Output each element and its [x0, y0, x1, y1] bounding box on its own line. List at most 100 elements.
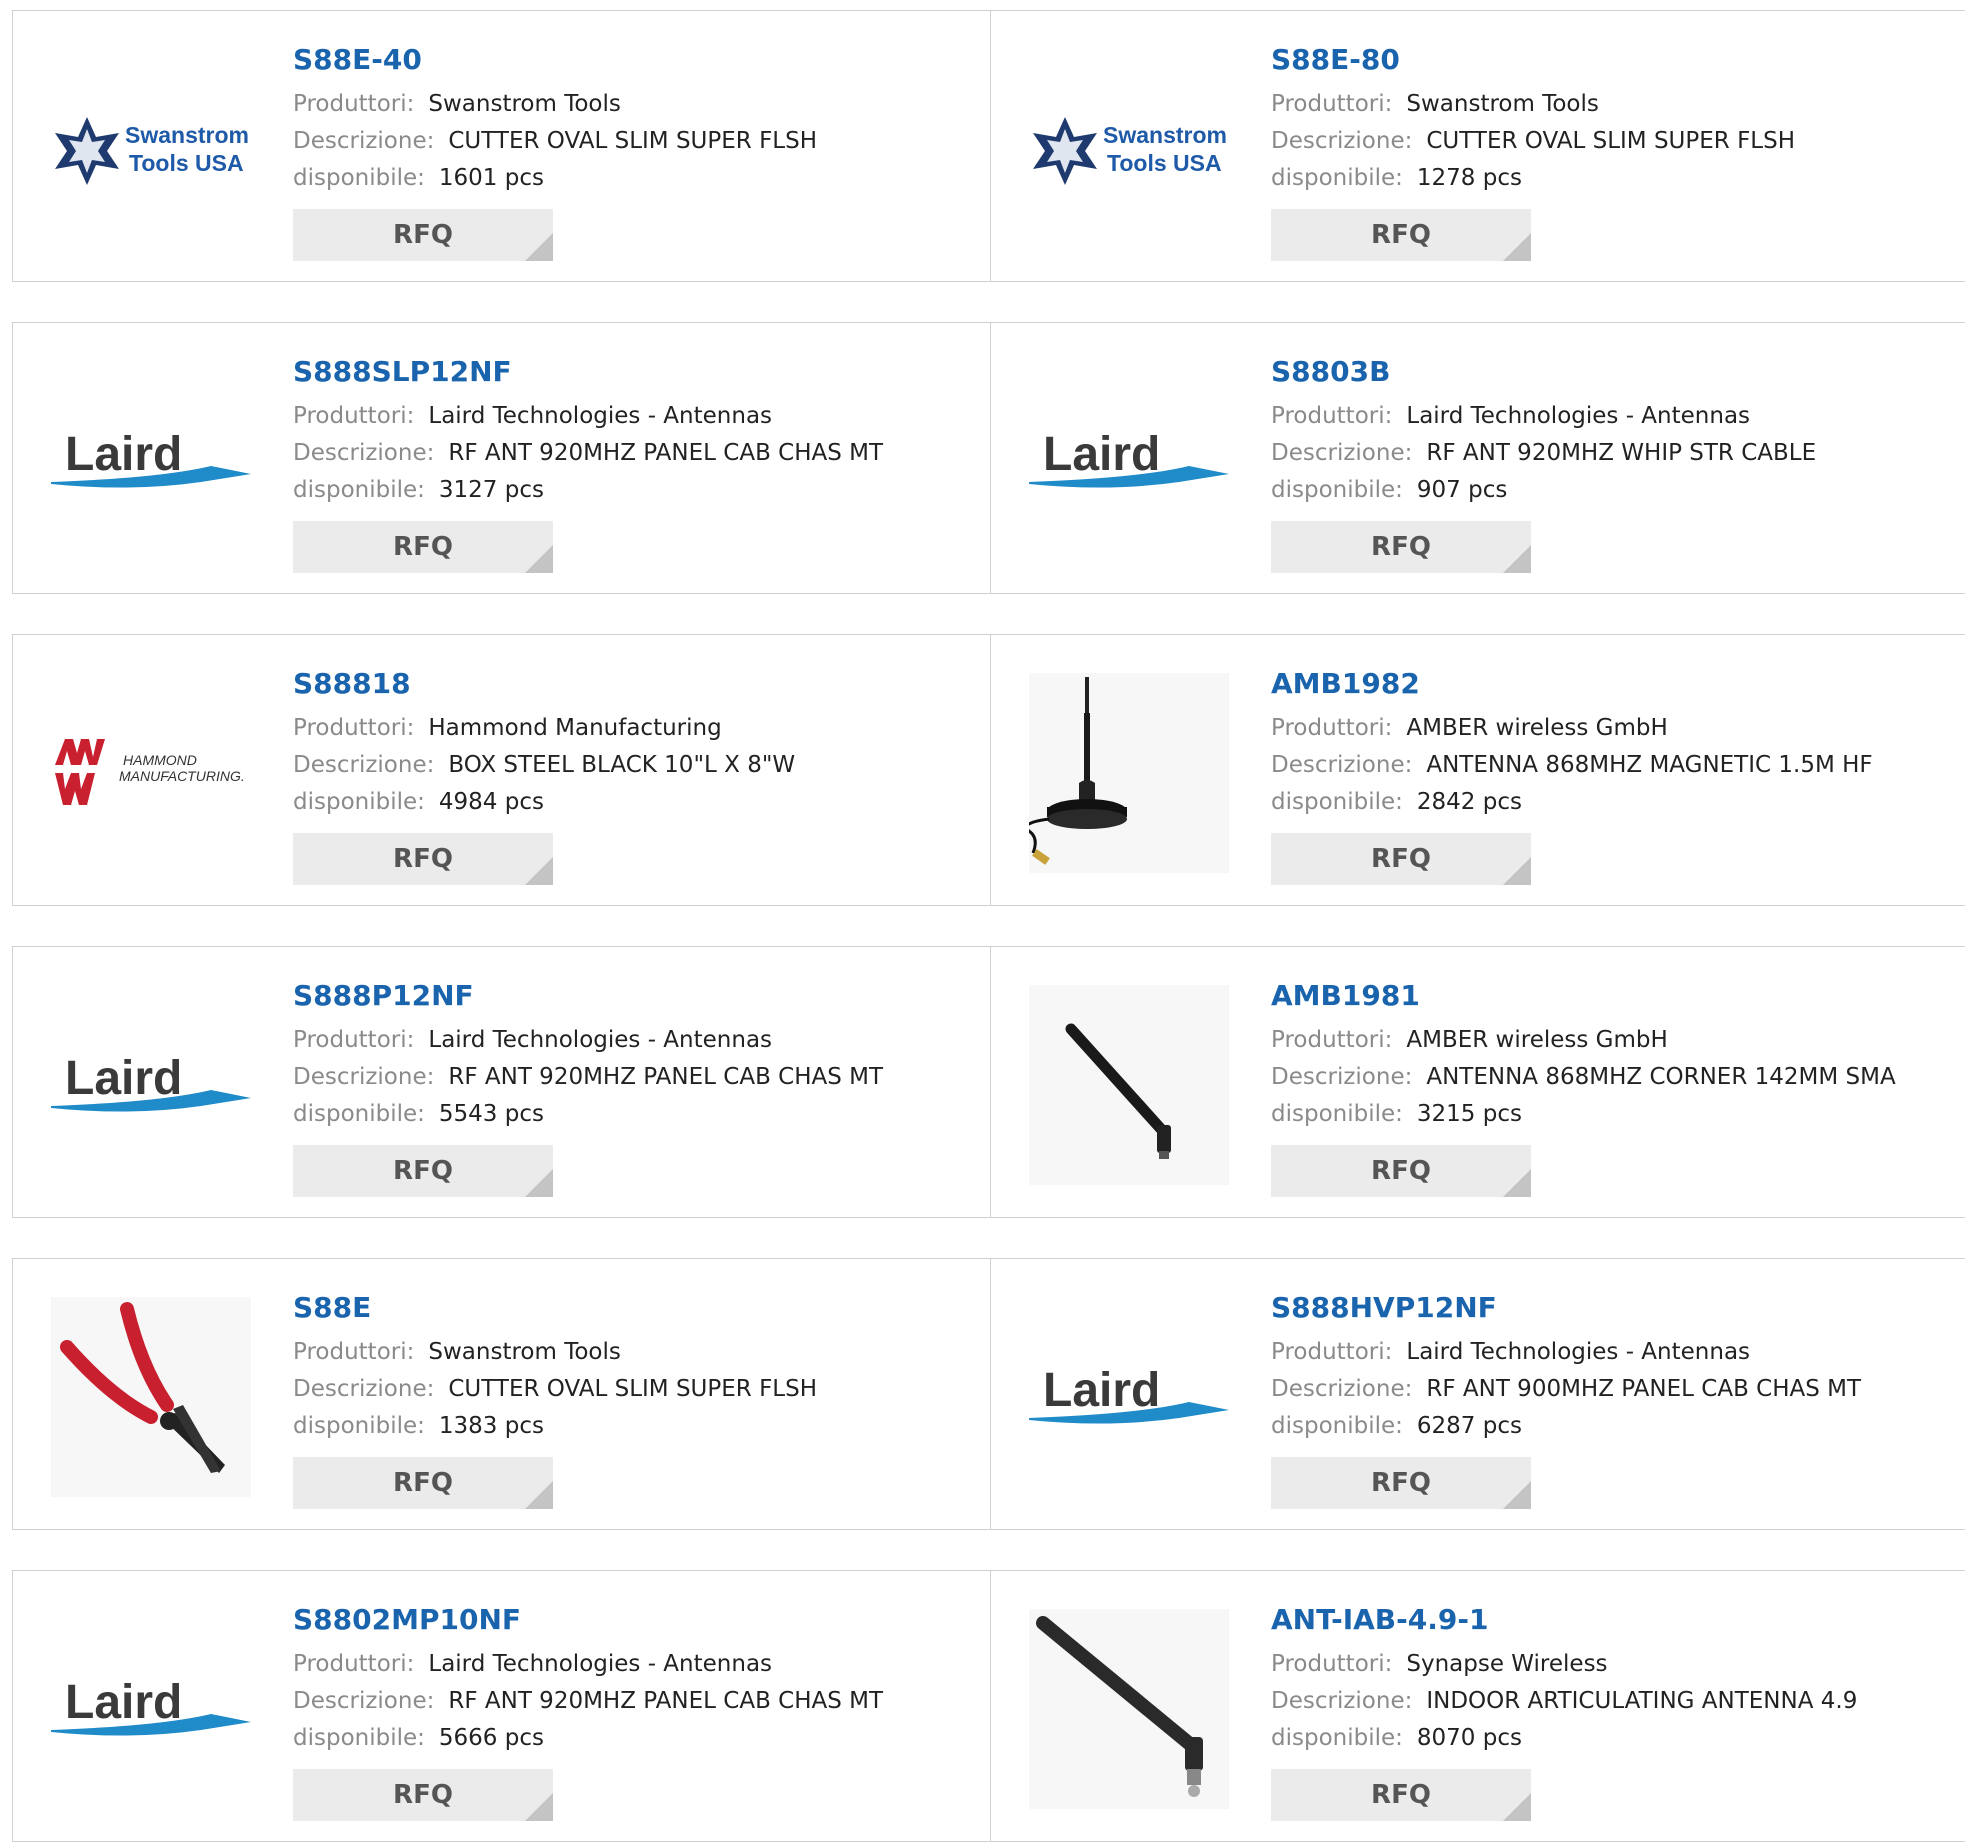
laird-logo[interactable]: Laird [51, 361, 251, 561]
stock-value: 1383 pcs [438, 1413, 544, 1439]
rfq-button[interactable]: RFQ [293, 521, 553, 573]
stock-line: disponibile: 1601 pcs [293, 160, 817, 197]
product-info: S8802MP10NF Produttori: Laird Technologie… [293, 1603, 883, 1821]
producer-label: Produttori: [293, 1339, 415, 1365]
swanstrom-logo[interactable]: Swanstrom Tools USA [51, 49, 251, 249]
producer-value: Synapse Wireless [1406, 1651, 1608, 1677]
description-value: INDOOR ARTICULATING ANTENNA 4.9 [1426, 1688, 1858, 1714]
stock-line: disponibile: 907 pcs [1271, 472, 1816, 509]
corner-triangle-icon [525, 545, 553, 573]
description-value: CUTTER OVAL SLIM SUPER FLSH [1426, 128, 1796, 154]
part-number-link[interactable]: S8802MP10NF [293, 1603, 883, 1637]
description-label: Descrizione: [293, 752, 435, 778]
product-card: Swanstrom Tools USA S88E-40 Produttori: S… [12, 10, 990, 282]
svg-text:Laird: Laird [1043, 428, 1160, 481]
corner-triangle-icon [525, 1793, 553, 1821]
laird-logo[interactable]: Laird [1029, 361, 1229, 561]
cutter-pliers-image[interactable] [51, 1297, 251, 1497]
product-card: S88E Produttori: Swanstrom Tools Descrizi… [12, 1258, 990, 1530]
rfq-button[interactable]: RFQ [1271, 521, 1531, 573]
description-label: Descrizione: [293, 1376, 435, 1402]
product-card: AMB1981 Produttori: AMBER wireless GmbH D… [990, 946, 1965, 1218]
stock-line: disponibile: 8070 pcs [1271, 1720, 1857, 1757]
swanstrom-logo[interactable]: Swanstrom Tools USA [1029, 49, 1229, 249]
producer-label: Produttori: [1271, 1027, 1393, 1053]
description-value: RF ANT 920MHZ PANEL CAB CHAS MT [448, 440, 884, 466]
part-number-link[interactable]: S888SLP12NF [293, 355, 883, 389]
stock-line: disponibile: 1278 pcs [1271, 160, 1795, 197]
product-row: HAMMOND MANUFACTURING. S88818 Produttori… [12, 634, 1965, 906]
product-card: Laird S8802MP10NF Produttori: Laird Techn… [12, 1570, 990, 1842]
articulating-antenna-image[interactable] [1029, 1609, 1229, 1809]
producer-value: Laird Technologies - Antennas [1406, 1339, 1751, 1365]
rfq-button[interactable]: RFQ [1271, 1769, 1531, 1821]
svg-text:Tools USA: Tools USA [129, 150, 244, 176]
product-row: Laird S888SLP12NF Produttori: Laird Techn… [12, 322, 1965, 594]
product-info: S88818 Produttori: Hammond Manufacturing … [293, 667, 795, 885]
producer-value: Hammond Manufacturing [428, 715, 722, 741]
description-line: Descrizione: CUTTER OVAL SLIM SUPER FLSH [293, 123, 817, 160]
part-number-link[interactable]: S8803B [1271, 355, 1816, 389]
product-card: ANT-IAB-4.9-1 Produttori: Synapse Wireles… [990, 1570, 1965, 1842]
part-number-link[interactable]: AMB1982 [1271, 667, 1873, 701]
rfq-button[interactable]: RFQ [1271, 1145, 1531, 1197]
rfq-label: RFQ [393, 220, 453, 250]
rfq-label: RFQ [1371, 1780, 1431, 1810]
part-number-link[interactable]: AMB1981 [1271, 979, 1896, 1013]
rfq-button[interactable]: RFQ [293, 1457, 553, 1509]
available-label: disponibile: [1271, 789, 1403, 815]
description-value: CUTTER OVAL SLIM SUPER FLSH [448, 1376, 818, 1402]
product-card: Laird S888SLP12NF Produttori: Laird Techn… [12, 322, 990, 594]
part-number-link[interactable]: S88E [293, 1291, 817, 1325]
description-label: Descrizione: [293, 128, 435, 154]
rfq-button[interactable]: RFQ [1271, 833, 1531, 885]
hammond-logo[interactable]: HAMMOND MANUFACTURING. [51, 673, 251, 873]
description-value: RF ANT 900MHZ PANEL CAB CHAS MT [1426, 1376, 1862, 1402]
description-label: Descrizione: [293, 1064, 435, 1090]
producer-line: Produttori: Synapse Wireless [1271, 1646, 1857, 1683]
producer-value: Laird Technologies - Antennas [1406, 403, 1751, 429]
description-value: ANTENNA 868MHZ MAGNETIC 1.5M HF [1426, 752, 1873, 778]
corner-triangle-icon [525, 857, 553, 885]
description-line: Descrizione: RF ANT 900MHZ PANEL CAB CHAS… [1271, 1371, 1861, 1408]
rfq-label: RFQ [1371, 532, 1431, 562]
description-label: Descrizione: [1271, 440, 1413, 466]
producer-value: Swanstrom Tools [1406, 91, 1599, 117]
part-number-link[interactable]: S88E-80 [1271, 43, 1795, 77]
part-number-link[interactable]: S88E-40 [293, 43, 817, 77]
part-number-link[interactable]: S88818 [293, 667, 795, 701]
producer-line: Produttori: Laird Technologies - Antennas [293, 1646, 883, 1683]
rfq-button[interactable]: RFQ [1271, 1457, 1531, 1509]
part-number-link[interactable]: S888HVP12NF [1271, 1291, 1861, 1325]
producer-value: AMBER wireless GmbH [1406, 1027, 1668, 1053]
part-number-link[interactable]: ANT-IAB-4.9-1 [1271, 1603, 1857, 1637]
rfq-button[interactable]: RFQ [293, 1769, 553, 1821]
rfq-button[interactable]: RFQ [293, 1145, 553, 1197]
rfq-button[interactable]: RFQ [293, 833, 553, 885]
rfq-label: RFQ [1371, 1468, 1431, 1498]
producer-value: Laird Technologies - Antennas [428, 1027, 773, 1053]
svg-text:Swanstrom: Swanstrom [125, 122, 249, 148]
magnetic-antenna-image[interactable] [1029, 673, 1229, 873]
product-info: S88E-40 Produttori: Swanstrom Tools Descr… [293, 43, 817, 261]
producer-line: Produttori: Swanstrom Tools [293, 86, 817, 123]
laird-logo[interactable]: Laird [51, 985, 251, 1185]
rfq-button[interactable]: RFQ [1271, 209, 1531, 261]
rfq-button[interactable]: RFQ [293, 209, 553, 261]
producer-label: Produttori: [293, 91, 415, 117]
product-info: S888P12NF Produttori: Laird Technologies … [293, 979, 883, 1197]
available-label: disponibile: [293, 165, 425, 191]
laird-logo[interactable]: Laird [51, 1609, 251, 1809]
stock-value: 1278 pcs [1416, 165, 1522, 191]
producer-value: Laird Technologies - Antennas [428, 403, 773, 429]
corner-triangle-icon [1503, 1793, 1531, 1821]
part-number-link[interactable]: S888P12NF [293, 979, 883, 1013]
rfq-label: RFQ [1371, 1156, 1431, 1186]
available-label: disponibile: [1271, 477, 1403, 503]
producer-line: Produttori: AMBER wireless GmbH [1271, 1022, 1896, 1059]
producer-label: Produttori: [293, 1027, 415, 1053]
product-card: Laird S888HVP12NF Produttori: Laird Techn… [990, 1258, 1965, 1530]
corner-antenna-image[interactable] [1029, 985, 1229, 1185]
available-label: disponibile: [1271, 1101, 1403, 1127]
laird-logo[interactable]: Laird [1029, 1297, 1229, 1497]
